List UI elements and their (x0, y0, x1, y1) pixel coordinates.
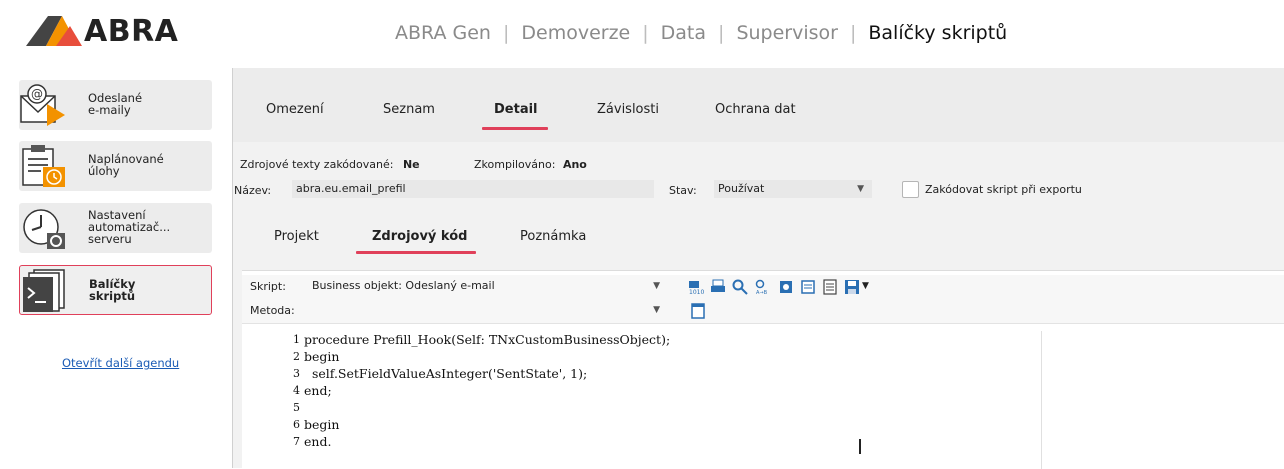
active-subtab-indicator (356, 251, 476, 254)
method-label: Metoda: (250, 304, 295, 317)
code-line: end; (304, 383, 332, 398)
nav-abra-gen[interactable]: ABRA Gen (395, 22, 491, 44)
line-number: 3 (293, 367, 300, 380)
state-select[interactable]: Používat ▼ (714, 180, 872, 198)
state-label: Stav: (669, 184, 697, 197)
nav-separator: | (642, 22, 649, 44)
line-number-gutter: 1 2 3 4 5 6 7 (248, 331, 304, 469)
script-select[interactable]: Business objekt: Odeslaný e-mail ▼ (308, 277, 666, 295)
scheduled-task-icon (22, 145, 65, 187)
compile-icon[interactable]: 1010 (688, 279, 704, 295)
logo-text: ABRA (84, 14, 179, 49)
main-panel: Omezení Seznam Detail Závislosti Ochrana… (232, 68, 1284, 469)
code-line: procedure Prefill_Hook(Self: TNxCustomBu… (304, 332, 671, 347)
nav-script-packages[interactable]: Balíčky skriptů (868, 22, 1007, 44)
code-line: self.SetFieldValueAsInteger('SentState',… (304, 366, 588, 381)
sub-tabs: Projekt Zdrojový kód Poznámka (232, 210, 1284, 258)
code-line: begin (304, 417, 340, 432)
tab-restrictions[interactable]: Omezení (266, 102, 324, 117)
sidebar-item-label: Naplánované úlohy (88, 153, 164, 177)
note-icon[interactable] (800, 279, 816, 295)
replace-icon[interactable]: A→B (754, 279, 770, 295)
compiled-value: Ano (562, 158, 587, 171)
method-row: Metoda: ▼ (242, 299, 1284, 324)
sidebar-item-scheduled-tasks[interactable]: Naplánované úlohy (19, 141, 212, 191)
encoded-value: Ne (402, 158, 420, 171)
main-tabs: Omezení Seznam Detail Závislosti Ochrana… (232, 68, 1284, 142)
tab-list[interactable]: Seznam (383, 102, 435, 117)
encoded-label: Zdrojové texty zakódované: (240, 158, 394, 171)
code-editor[interactable]: 1 2 3 4 5 6 7 procedure Prefill_Hook(Sel… (248, 331, 1284, 469)
encode-on-export-checkbox[interactable] (902, 181, 919, 198)
chevron-down-icon: ▼ (653, 281, 660, 291)
svg-text:1010: 1010 (689, 289, 704, 295)
tab-dependencies[interactable]: Závislosti (597, 102, 659, 117)
sidebar-label-line: skriptů (89, 289, 136, 303)
name-label: Název: (234, 184, 272, 197)
save-dropdown-chevron-icon[interactable]: ▼ (862, 281, 869, 291)
sidebar-item-label: Odeslané e-maily (88, 92, 142, 116)
svg-text:@: @ (31, 87, 43, 101)
line-number: 7 (293, 435, 300, 448)
sidebar-item-label: Nastavení automatizač... serveru (88, 209, 170, 245)
line-number: 6 (293, 418, 300, 431)
breadcrumb: ABRA Gen | Demoverze | Data | Supervisor | Balíč… (395, 22, 1007, 44)
search-icon[interactable] (732, 279, 748, 295)
sidebar-item-label: Balíčky skriptů (89, 278, 135, 302)
sidebar-item-sent-emails[interactable]: @ Odeslané e-maily (19, 80, 212, 130)
active-tab-indicator (482, 127, 548, 130)
text-cursor (859, 439, 861, 454)
script-editor-panel: Skript: Business objekt: Odeslaný e-mail… (242, 270, 1284, 469)
app-header: ABRA ABRA Gen | Demoverze | Data | Supervisor |… (0, 0, 1284, 68)
print-icon[interactable] (710, 279, 726, 295)
nav-supervisor[interactable]: Supervisor (736, 22, 838, 44)
line-number: 5 (293, 401, 300, 414)
nav-data[interactable]: Data (661, 22, 706, 44)
method-select[interactable]: ▼ (308, 301, 666, 319)
compiled-label: Zkompilováno: (474, 158, 556, 171)
tab-note[interactable]: Poznámka (520, 229, 586, 244)
state-selected-value: Používat (718, 182, 765, 195)
open-more-agenda-link[interactable]: Otevřít další agendu (62, 356, 179, 370)
nav-demoverze[interactable]: Demoverze (521, 22, 630, 44)
tab-source-code[interactable]: Zdrojový kód (372, 229, 467, 244)
code-line: begin (304, 349, 340, 364)
line-number: 1 (293, 333, 300, 346)
method-note-icon[interactable] (690, 303, 706, 319)
nav-separator: | (718, 22, 725, 44)
script-label: Skript: (250, 280, 286, 293)
save-icon[interactable] (844, 279, 860, 295)
email-send-icon: @ (20, 84, 65, 126)
encoded-info: Zdrojové texty zakódované: Ne (240, 158, 420, 171)
code-line: end. (304, 434, 332, 449)
settings-icon[interactable] (778, 279, 794, 295)
sidebar-divider (232, 68, 233, 468)
sidebar-item-automation-settings[interactable]: Nastavení automatizač... serveru (19, 203, 212, 253)
script-package-icon (23, 269, 65, 312)
sidebar-item-script-packages[interactable]: Balíčky skriptů (19, 265, 212, 315)
clock-gear-icon (23, 209, 65, 249)
sidebar-label-line: e-maily (88, 103, 131, 117)
right-margin-line (1041, 331, 1042, 469)
tab-project[interactable]: Projekt (274, 229, 319, 244)
script-row: Skript: Business objekt: Odeslaný e-mail… (242, 275, 1284, 300)
nav-separator: | (502, 22, 510, 44)
chevron-down-icon: ▼ (653, 305, 660, 315)
line-number: 2 (293, 350, 300, 363)
encode-on-export-label: Zakódovat skript při exportu (925, 183, 1082, 196)
tab-detail[interactable]: Detail (494, 102, 538, 117)
sidebar-label-line: úlohy (88, 164, 120, 178)
name-input[interactable]: abra.eu.email_prefil (292, 180, 654, 198)
svg-text:A→B: A→B (756, 290, 768, 295)
script-selected-value: Business objekt: Odeslaný e-mail (312, 279, 495, 292)
sidebar-label-line: serveru (88, 232, 132, 246)
line-number: 4 (293, 384, 300, 397)
nav-separator: | (849, 22, 857, 44)
chevron-down-icon: ▼ (857, 184, 864, 194)
sidebar: @ Odeslané e-maily Naplánované úlohy Nas… (0, 68, 232, 468)
tab-data-protection[interactable]: Ochrana dat (715, 102, 796, 117)
document-icon[interactable] (822, 279, 838, 295)
compiled-info: Zkompilováno: Ano (474, 158, 587, 171)
